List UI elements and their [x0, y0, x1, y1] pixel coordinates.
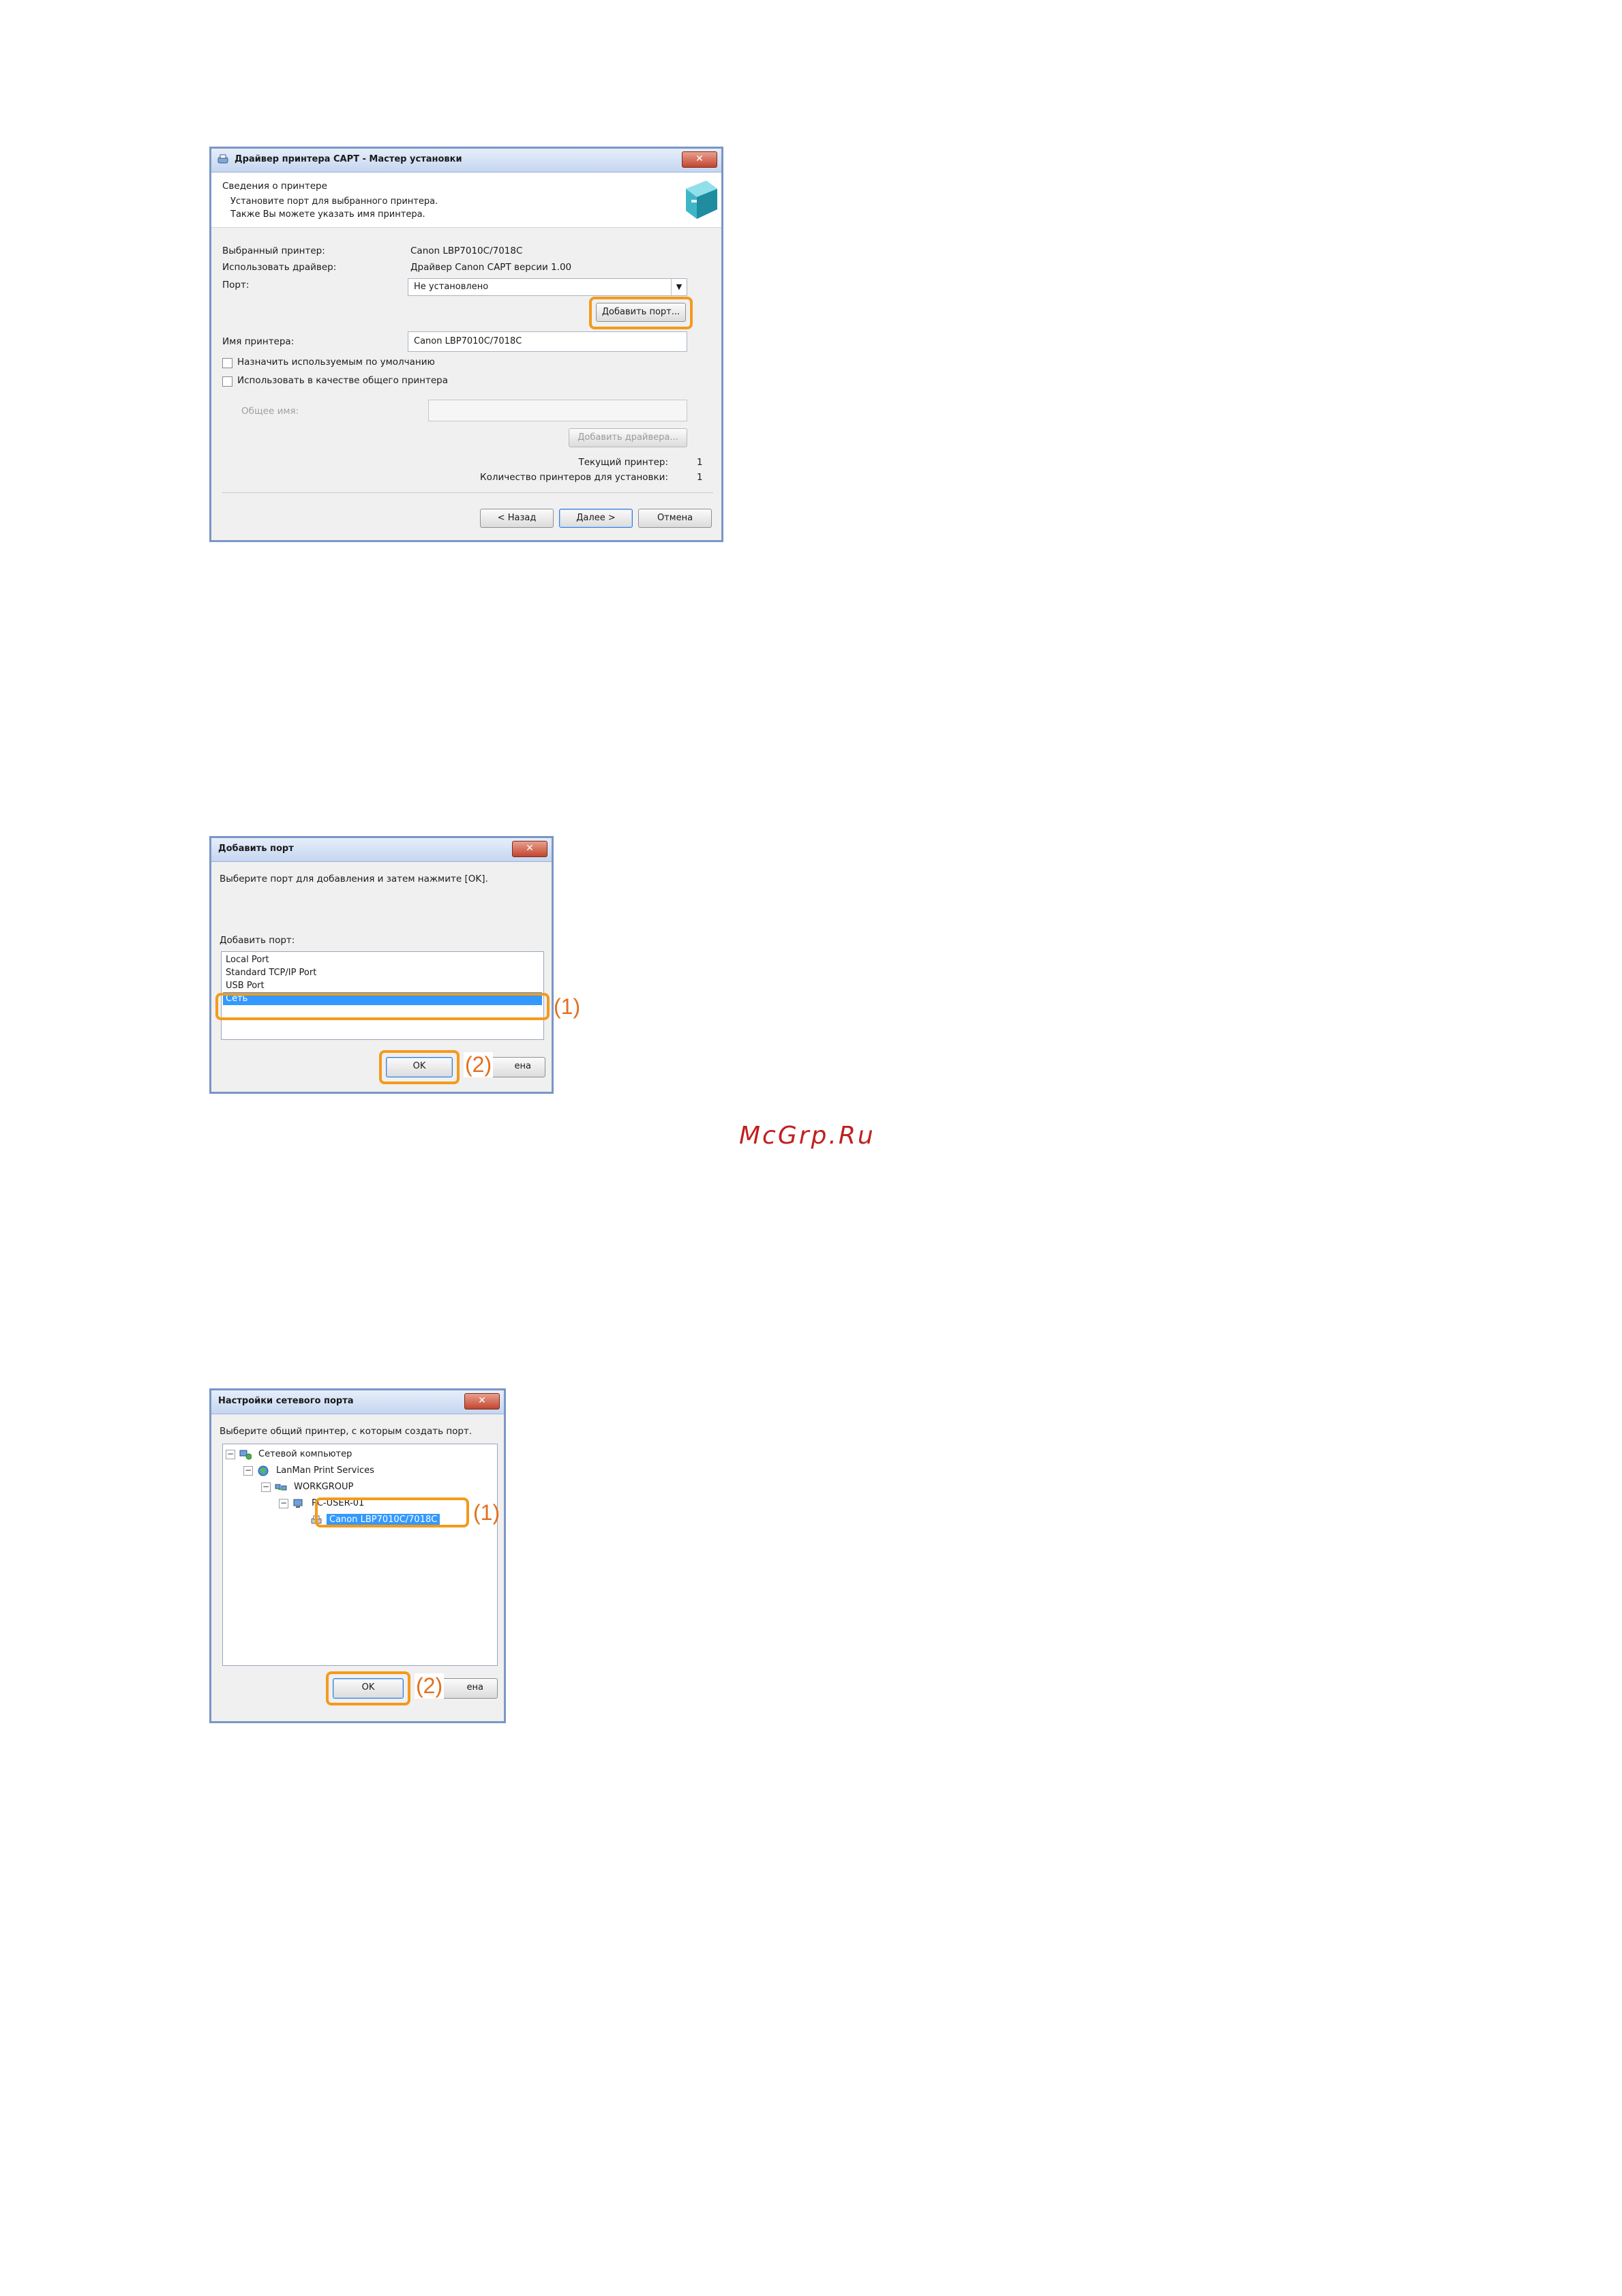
wizard-section-title: Сведения о принтере — [222, 181, 327, 192]
add-port-cancel-label: ена — [514, 1061, 531, 1071]
printer-count-label: Количество принтеров для установки: — [479, 472, 668, 483]
ok-highlight — [379, 1050, 460, 1084]
wizard-separator — [222, 492, 713, 493]
printer-app-icon — [217, 153, 229, 166]
tree-expand-icon[interactable]: − — [279, 1499, 288, 1508]
chevron-down-icon[interactable]: ▼ — [671, 279, 687, 295]
next-button[interactable]: Далее > — [559, 509, 633, 528]
port-type-item[interactable]: Standard TCP/IP Port — [223, 966, 542, 979]
wizard-title: Драйвер принтера CAPT - Мастер установки — [235, 154, 462, 164]
tree-expand-icon[interactable]: − — [226, 1450, 235, 1459]
selected-printer-label: Выбранный принтер: — [222, 245, 325, 256]
network-port-dialog: Настройки сетевого порта ✕ Выберите общи… — [209, 1388, 506, 1723]
network-port-cancel-button[interactable]: ена — [436, 1678, 498, 1699]
wizard-titlebar[interactable]: Драйвер принтера CAPT - Мастер установки… — [211, 149, 721, 173]
driver-label: Использовать драйвер: — [222, 262, 337, 273]
network-tree-item[interactable]: − WORKGROUP — [261, 1480, 494, 1496]
add-port-titlebar[interactable]: Добавить порт ✕ — [211, 838, 552, 862]
wizard-header-area: Сведения о принтере Установите порт для … — [211, 173, 721, 228]
wizard-dialog: Драйвер принтера CAPT - Мастер установки… — [209, 147, 723, 542]
current-printer-label: Текущий принтер: — [578, 457, 668, 468]
network-port-instruction: Выберите общий принтер, с которым создат… — [220, 1426, 472, 1437]
add-port-title: Добавить порт — [218, 844, 294, 854]
network-tree-item[interactable]: − Сетевой компьютер — [226, 1447, 494, 1463]
tree-expand-icon[interactable]: − — [243, 1466, 253, 1476]
add-port-dialog: Добавить порт ✕ Выберите порт для добавл… — [209, 836, 554, 1094]
port-select[interactable]: Не установлено ▼ — [408, 278, 687, 296]
tree-expand-icon[interactable]: − — [261, 1482, 271, 1492]
shared-printer-highlight — [315, 1497, 469, 1527]
watermark: McGrp.Ru — [739, 1122, 875, 1150]
network-ok-highlight — [326, 1671, 410, 1705]
driver-value: Драйвер Canon CAPT версии 1.00 — [410, 262, 572, 273]
add-port-close-button[interactable]: ✕ — [512, 841, 547, 857]
printer-count-value: 1 — [697, 472, 703, 483]
port-label: Порт: — [222, 280, 250, 290]
network-port-title: Настройки сетевого порта — [218, 1396, 354, 1406]
network-port-cancel-label: ена — [466, 1682, 483, 1693]
network-port-highlight — [215, 993, 550, 1020]
network-computer-icon — [239, 1449, 252, 1460]
cancel-button[interactable]: Отмена — [638, 509, 712, 528]
network-tree-item-label: LanMan Print Services — [276, 1465, 374, 1476]
share-name-label: Общее имя: — [241, 406, 299, 417]
selected-printer-value: Canon LBP7010C/7018C — [410, 245, 523, 256]
printer-name-input[interactable]: Canon LBP7010C/7018C — [408, 331, 687, 352]
current-printer-value: 1 — [697, 457, 703, 468]
wizard-section-sub1: Установите порт для выбранного принтера. — [230, 196, 438, 207]
network-port-titlebar[interactable]: Настройки сетевого порта ✕ — [211, 1390, 504, 1414]
network-tree-item-label: Сетевой компьютер — [258, 1449, 352, 1459]
network-callout-2: (2) — [415, 1673, 445, 1699]
globe-icon — [257, 1465, 269, 1476]
port-type-item[interactable]: Local Port — [223, 953, 542, 966]
wizard-close-button[interactable]: ✕ — [682, 151, 717, 168]
back-button[interactable]: < Назад — [480, 509, 554, 528]
port-type-item[interactable]: USB Port — [223, 979, 542, 992]
network-tree[interactable]: − Сетевой компьютер − LanMan Print Services… — [222, 1444, 498, 1666]
add-port-cancel-button[interactable]: ена — [484, 1057, 545, 1077]
default-printer-checkbox-label: Назначить используемым по умолчанию — [237, 357, 435, 368]
printer-illustration-icon — [676, 177, 719, 222]
network-callout-1: (1) — [473, 1500, 500, 1525]
add-port-instruction: Выберите порт для добавления и затем наж… — [220, 874, 488, 884]
port-select-value: Не установлено — [414, 282, 489, 292]
wizard-section-sub2: Также Вы можете указать имя принтера. — [230, 209, 425, 220]
network-port-close-button[interactable]: ✕ — [464, 1393, 500, 1410]
default-printer-checkbox[interactable] — [222, 358, 232, 368]
shared-printer-checkbox[interactable] — [222, 376, 232, 387]
shared-printer-checkbox-label: Использовать в качестве общего принтера — [237, 375, 449, 386]
network-tree-item-label: WORKGROUP — [294, 1482, 354, 1492]
add-port-list-label: Добавить порт: — [220, 935, 295, 946]
network-tree-item[interactable]: − LanMan Print Services — [243, 1463, 494, 1480]
workgroup-icon — [275, 1482, 287, 1493]
add-drivers-button[interactable]: Добавить драйвера... — [569, 428, 687, 447]
share-name-input[interactable] — [428, 400, 687, 421]
callout-1: (1) — [554, 994, 581, 1019]
printer-name-label: Имя принтера: — [222, 336, 295, 347]
callout-2: (2) — [464, 1052, 494, 1077]
computer-icon — [292, 1498, 305, 1509]
add-port-highlight — [589, 297, 693, 329]
